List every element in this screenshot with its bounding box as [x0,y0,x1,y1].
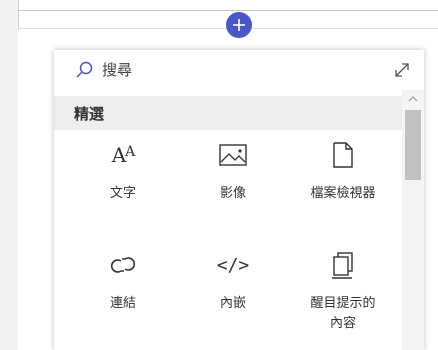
tile-label: 連結 [109,296,136,311]
embed-code-icon: </> [216,254,250,276]
tile-label: 醒目提示的 內容 [310,296,376,331]
tile-image[interactable]: 影像 [178,130,288,240]
tile-file-viewer[interactable]: 檔案檢視器 [288,130,398,240]
search-row [54,50,424,90]
tile-text[interactable]: AA 文字 [68,130,178,240]
tile-label: 檔案檢視器 [310,186,376,201]
webpart-toolbox: 精選 AA 文字 [54,50,424,350]
search-input[interactable] [102,58,352,82]
image-icon [218,140,248,170]
tile-label: 文字 [109,186,136,201]
tile-highlighted-content[interactable]: 醒目提示的 內容 [288,240,398,350]
tile-label: 影像 [219,186,246,201]
plus-icon [233,19,245,31]
highlighted-content-icon [328,250,358,280]
scroll-up-arrow-icon[interactable] [407,94,419,104]
section-top-divider [18,10,438,11]
file-icon [328,140,358,170]
expand-icon[interactable] [392,60,412,80]
scrollbar[interactable] [402,90,424,350]
section-left-border [18,0,19,30]
category-header: 精選 [54,96,402,130]
page: 精選 AA 文字 [0,0,438,350]
tile-embed[interactable]: </> 內嵌 [178,240,288,350]
webpart-grid: AA 文字 影像 檔案檢視器 連結 </> 內嵌 醒目提示的 內容 [54,130,402,350]
category-title: 精選 [74,105,105,123]
text-icon: AA [111,143,136,167]
add-webpart-button[interactable] [226,12,252,38]
link-icon [108,250,138,280]
scroll-thumb[interactable] [405,110,421,180]
search-icon [76,61,93,78]
tile-label: 內嵌 [219,296,246,311]
tile-link[interactable]: 連結 [68,240,178,350]
